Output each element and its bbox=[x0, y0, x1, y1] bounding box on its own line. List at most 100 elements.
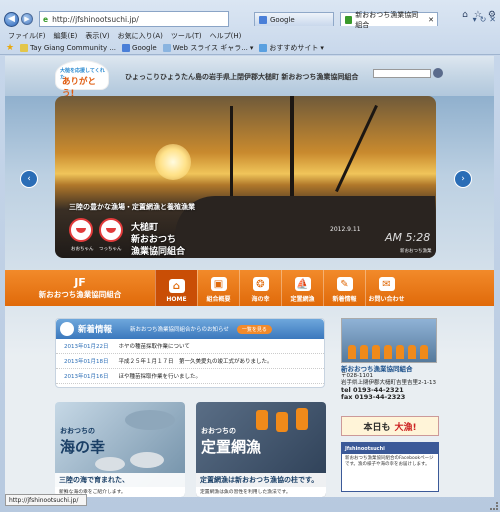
favorite-google[interactable]: Google bbox=[122, 44, 157, 52]
hero-title: 大槌町 新おおつち 漁業協同組合 bbox=[131, 222, 185, 258]
site-favicon-icon bbox=[345, 15, 353, 24]
contact-info: 新おおつち漁業協同組合 〒028-1101 岩手県上閉伊郡大槌町吉里吉里2-1-… bbox=[341, 366, 441, 401]
resize-grip-icon[interactable] bbox=[490, 502, 498, 510]
photo-caption: 新おおつち漁業 bbox=[400, 249, 432, 254]
nav-news[interactable]: ✎ 新着情報 bbox=[323, 270, 365, 306]
favorite-web-slice[interactable]: Web スライス ギャラ... ▾ bbox=[162, 43, 253, 53]
news-date: 2013年01月16日 bbox=[64, 374, 109, 380]
boat-mast bbox=[230, 106, 233, 196]
jf-logo[interactable]: JF 新おおつち漁業協同組合 bbox=[5, 270, 155, 306]
fish-image bbox=[125, 410, 175, 430]
boat-icon: ⛵ bbox=[294, 277, 311, 291]
person-figure bbox=[348, 345, 356, 359]
boat-crane bbox=[335, 104, 378, 193]
news-text[interactable]: ホヤの種苗採取作業について bbox=[119, 342, 190, 350]
site-tagline: ひょっこりひょうたん島の岩手県上閉伊郡大槌町 新おおつち漁業協同組合 bbox=[125, 73, 359, 81]
menu-help[interactable]: ヘルプ(H) bbox=[210, 31, 242, 41]
nav-label: HOME bbox=[166, 296, 187, 303]
news-icon: ✎ bbox=[336, 277, 353, 291]
favorite-label: Tay Giang Community ... bbox=[30, 44, 117, 52]
favorites-star-icon[interactable]: ☆ bbox=[474, 10, 482, 20]
favorites-star-icon[interactable]: ★ bbox=[6, 43, 14, 53]
seafood-card[interactable]: おおつちの 海の幸 三陸の海で育まれた、 新鮮な海の幸をご紹介します。 bbox=[55, 402, 185, 497]
card-title: おおつちの 定置網漁 bbox=[201, 426, 261, 457]
site-header: 大槌を応援してくれた ありがとう! ひょっこりひょうたん島の岩手県上閉伊郡大槌町… bbox=[5, 56, 494, 99]
card-subtitle: 三陸の海で育まれた、 bbox=[55, 473, 185, 487]
favorite-tay-giang[interactable]: Tay Giang Community ... bbox=[20, 44, 116, 52]
fax: fax 0193-44-2323 bbox=[341, 393, 406, 401]
window-controls: ⌂ ☆ ⚙ bbox=[462, 10, 496, 20]
building-icon: ▣ bbox=[210, 277, 227, 291]
staff-photo bbox=[341, 318, 437, 363]
nav-contact[interactable]: ✉ お問い合わせ bbox=[365, 270, 407, 306]
mascot-label: つっちゃん bbox=[99, 247, 122, 252]
menu-edit[interactable]: 編集(E) bbox=[54, 31, 78, 41]
forward-button[interactable]: ▶ bbox=[21, 13, 33, 25]
boat-deck bbox=[175, 196, 435, 258]
news-subtitle: 新おおつち漁業協同組合からのお知らせ bbox=[130, 327, 229, 333]
slide-prev-button[interactable]: ‹ bbox=[20, 170, 38, 188]
suggested-sites-icon bbox=[259, 44, 268, 52]
banner-text: 本日も bbox=[363, 422, 391, 433]
thanks-badge[interactable]: 大槌を応援してくれた ありがとう! bbox=[55, 60, 109, 99]
nav-label: 定置網漁 bbox=[290, 296, 315, 303]
site-search-input[interactable] bbox=[373, 69, 431, 78]
zip-code: 〒028-1101 bbox=[341, 373, 373, 379]
news-panel: 新着情報 新おおつち漁業協同組合からのお知らせ 一覧を見る 2013年01月22… bbox=[55, 318, 325, 388]
nav-home[interactable]: ⌂ HOME bbox=[155, 270, 197, 306]
news-item[interactable]: 2013年01月18日 平成２５年１月１７日 第一久美愛丸の竣工式がありました。 bbox=[56, 354, 324, 369]
nav-set-net[interactable]: ⛵ 定置網漁 bbox=[281, 270, 323, 306]
browser-window: ◀ ▶ e http://jfshinootsuchi.jp/ ▾ ↻ ✕ Go… bbox=[0, 0, 500, 512]
menu-file[interactable]: ファイル(F) bbox=[8, 31, 46, 41]
sunrise-image bbox=[155, 144, 191, 180]
hero-title-line: 新おおつち bbox=[131, 235, 177, 245]
main-nav: JF 新おおつち漁業協同組合 ⌂ HOME ▣ 組合概要 ❂ 海の幸 ⛵ 定置網… bbox=[5, 270, 494, 306]
hero-slideshow: 三陸の豊かな漁場・定置網漁と養殖漁業 おおちゃん つっちゃん 大槌町 新おおつち… bbox=[55, 96, 436, 258]
ie-page-icon: e bbox=[43, 14, 49, 24]
address-field[interactable]: e http://jfshinootsuchi.jp/ bbox=[39, 11, 229, 27]
news-item[interactable]: 2013年01月16日 ほや種苗採取作業を行いました。 bbox=[56, 369, 324, 384]
news-item[interactable]: 2013年01月22日 ホヤの種苗採取作業について bbox=[56, 339, 324, 354]
mail-icon: ✉ bbox=[378, 277, 395, 291]
boat-mast bbox=[290, 96, 294, 196]
set-net-card[interactable]: おおつちの 定置網漁 定置網漁は新おおつち漁協の柱です。 定置網漁は魚の習性を利… bbox=[196, 402, 326, 497]
catch-banner[interactable]: 本日も 大漁! bbox=[341, 416, 439, 436]
slide-next-button[interactable]: › bbox=[454, 170, 472, 188]
news-text[interactable]: ほや種苗採取作業を行いました。 bbox=[119, 372, 202, 380]
menu-tools[interactable]: ツール(T) bbox=[171, 31, 202, 41]
favorite-suggested-sites[interactable]: おすすめサイト ▾ bbox=[259, 43, 324, 53]
card-description: 定置網漁は魚の習性を利用した漁法です。 bbox=[196, 487, 326, 497]
news-more-button[interactable]: 一覧を見る bbox=[236, 324, 272, 334]
facebook-header[interactable]: Jfshinootsuchi bbox=[342, 443, 438, 454]
back-button[interactable]: ◀ bbox=[4, 11, 19, 27]
shell-icon: ❂ bbox=[252, 277, 269, 291]
nav-about[interactable]: ▣ 組合概要 bbox=[197, 270, 239, 306]
tab-label: Google bbox=[270, 15, 295, 24]
news-date: 2013年01月22日 bbox=[64, 344, 109, 350]
home-icon[interactable]: ⌂ bbox=[462, 10, 468, 20]
hero-title-line: 漁業協同組合 bbox=[131, 247, 186, 257]
person-figure bbox=[408, 345, 416, 359]
person-figure bbox=[384, 345, 392, 359]
card-title-top: おおつちの bbox=[201, 427, 236, 435]
status-bar-url: http://jfshinootsuchi.jp/ bbox=[5, 494, 87, 506]
nav-seafood[interactable]: ❂ 海の幸 bbox=[239, 270, 281, 306]
banner-accent: 大漁! bbox=[394, 422, 417, 433]
tab-jfshinootsuchi[interactable]: 新おおつち漁業協同組合 ✕ bbox=[340, 11, 438, 29]
nav-label: 組合概要 bbox=[206, 296, 231, 303]
search-icon[interactable] bbox=[433, 68, 443, 78]
nav-label: 海の幸 bbox=[251, 296, 270, 303]
tab-google[interactable]: Google bbox=[254, 12, 334, 26]
oyster-image bbox=[95, 457, 125, 471]
news-text[interactable]: 平成２５年１月１７日 第一久美愛丸の竣工式がありました。 bbox=[119, 357, 273, 365]
org-name: 新おおつち漁業協同組合 bbox=[38, 290, 122, 299]
menu-favorites[interactable]: お気に入り(A) bbox=[118, 31, 163, 41]
person-figure bbox=[420, 345, 428, 359]
tab-close-icon[interactable]: ✕ bbox=[428, 16, 434, 24]
menu-bar: ファイル(F) 編集(E) 表示(V) お気に入り(A) ツール(T) ヘルプ(… bbox=[0, 30, 500, 42]
nav-label: 新着情報 bbox=[332, 296, 357, 303]
gear-icon[interactable]: ⚙ bbox=[488, 10, 496, 20]
home-icon: ⌂ bbox=[168, 279, 185, 293]
menu-view[interactable]: 表示(V) bbox=[85, 31, 109, 41]
card-subtitle: 定置網漁は新おおつち漁協の柱です。 bbox=[196, 473, 326, 487]
